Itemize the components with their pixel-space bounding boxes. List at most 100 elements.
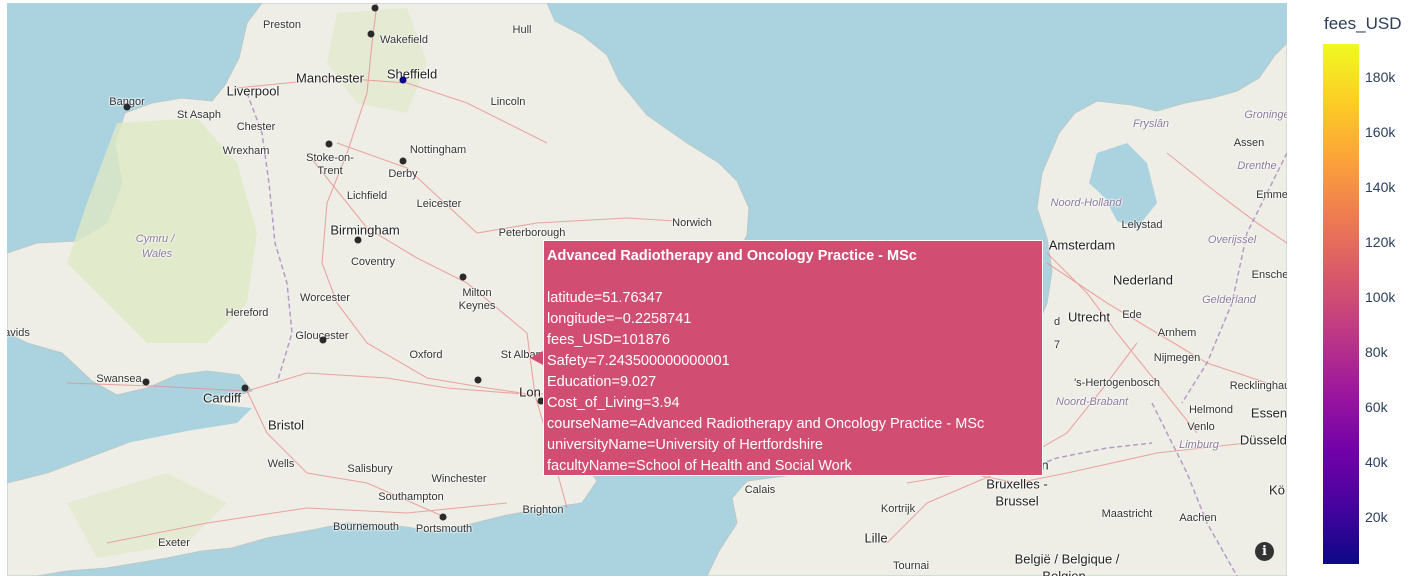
place-label: Wales <box>141 248 173 260</box>
map-marker[interactable] <box>459 273 467 281</box>
place-label: Drenthe <box>1237 160 1277 172</box>
place-label: Lichfield <box>346 190 388 202</box>
colorbar-tick-label: 160k <box>1365 124 1396 141</box>
tooltip-line: Safety=7.243500000000001 <box>547 353 730 369</box>
place-label: Fryslân <box>1132 118 1170 130</box>
place-label: Kortrijk <box>880 503 916 515</box>
place-label: Venlo <box>1187 421 1215 433</box>
place-label: Wells <box>267 458 295 470</box>
map-marker[interactable] <box>325 140 333 148</box>
place-label: Noord-Holland <box>1050 197 1122 209</box>
place-label: Essen <box>1250 405 1287 421</box>
place-label: Lincoln <box>490 96 526 108</box>
colorbar-tick-label: 60k <box>1365 399 1388 416</box>
place-label: Wrexham <box>222 145 270 157</box>
place-label: Chester <box>236 121 276 133</box>
place-label: Helmond <box>1188 404 1234 416</box>
place-label: Emme <box>1256 189 1287 201</box>
tooltip-line: fees_USD=101876 <box>547 332 670 348</box>
place-label: Hull <box>512 24 532 36</box>
place-label: Nederland <box>1113 272 1173 288</box>
map-marker[interactable] <box>474 376 482 384</box>
place-label: Winchester <box>431 473 487 485</box>
place-label: Lelystad <box>1121 219 1163 231</box>
tooltip-line: courseName=Advanced Radiotherapy and Onc… <box>547 416 985 432</box>
place-label: Amsterdam <box>1048 237 1116 253</box>
hover-tooltip: Advanced Radiotherapy and Oncology Pract… <box>543 240 1043 476</box>
map-marker[interactable] <box>123 103 131 111</box>
place-label: 's-Hertogenbosch <box>1074 377 1160 389</box>
map-marker[interactable] <box>241 384 249 392</box>
place-label: Bristol <box>267 417 305 433</box>
colorbar-tick-label: 180k <box>1365 69 1396 86</box>
place-label: Trent <box>317 165 343 177</box>
place-label: Ede <box>1122 309 1142 321</box>
place-label: Southampton <box>378 491 444 503</box>
place-label: Nijmegen <box>1153 352 1201 364</box>
tooltip-line: latitude=51.76347 <box>547 290 663 306</box>
map-marker[interactable] <box>319 336 327 344</box>
place-label: Derby <box>388 168 418 180</box>
place-label: d <box>1053 316 1061 328</box>
place-label: Düsseldo <box>1239 432 1287 448</box>
place-label: Liverpool <box>226 83 280 99</box>
place-label: Nottingham <box>409 144 467 156</box>
tooltip-line: Education=9.027 <box>547 374 657 390</box>
map-marker[interactable] <box>399 157 407 165</box>
place-label: Recklinghau <box>1229 380 1287 392</box>
colorbar-tick-label: 20k <box>1365 509 1388 526</box>
place-label: Coventry <box>350 256 396 268</box>
place-label: Tournai <box>892 560 930 572</box>
place-label: Overijssel <box>1207 234 1257 246</box>
place-label: Calais <box>744 484 776 496</box>
colorbar-title: fees_USD <box>1324 14 1402 33</box>
map-marker[interactable] <box>371 4 379 12</box>
place-label: Salisbury <box>347 463 393 475</box>
place-label: Gelderland <box>1202 294 1256 306</box>
info-icon[interactable]: i <box>1255 542 1274 561</box>
place-label: Exeter <box>158 537 190 549</box>
place-label: Ensche <box>1251 269 1287 281</box>
place-label: Groninge <box>1244 109 1287 121</box>
place-label: avids <box>7 327 30 339</box>
colorbar <box>1323 44 1359 564</box>
place-label: Kö <box>1269 482 1285 498</box>
colorbar-tick-label: 140k <box>1365 179 1396 196</box>
place-label: 7 <box>1053 339 1061 351</box>
place-label: Cymru / <box>135 233 175 245</box>
place-label: Brussel <box>995 493 1039 509</box>
place-label: Bournemouth <box>332 521 400 533</box>
place-label: Portsmouth <box>415 523 473 535</box>
place-label: Assen <box>1233 137 1265 149</box>
place-label: Manchester <box>296 70 364 86</box>
place-label: Stoke-on- <box>306 152 354 164</box>
tooltip-line: longitude=−0.2258741 <box>547 311 692 327</box>
place-label: Lon <box>519 384 541 400</box>
map-marker[interactable] <box>354 236 362 244</box>
place-label: Lille <box>864 530 888 546</box>
place-label: Peterborough <box>498 227 566 239</box>
colorbar-tick-label: 40k <box>1365 454 1388 471</box>
place-label: Milton <box>462 287 492 299</box>
place-label: Keynes <box>458 300 496 312</box>
place-label: Aachen <box>1179 512 1217 524</box>
place-label: Norwich <box>672 217 712 229</box>
tooltip-line: Cost_of_Living=3.94 <box>547 395 680 411</box>
place-label: Brighton <box>522 504 564 516</box>
map-marker[interactable] <box>367 30 375 38</box>
map-marker[interactable] <box>439 513 447 521</box>
tooltip-line: universityName=University of Hertfordshi… <box>547 437 823 453</box>
map-marker[interactable] <box>142 378 150 386</box>
place-label: Preston <box>263 19 301 31</box>
place-label: Wakefield <box>380 34 428 46</box>
place-label: Bruxelles - <box>986 476 1048 492</box>
place-label: Oxford <box>409 349 443 361</box>
place-label: Arnhem <box>1157 327 1197 339</box>
tooltip-pointer <box>530 351 543 365</box>
map-marker-selected[interactable] <box>399 76 407 84</box>
colorbar-tick-label: 120k <box>1365 234 1396 251</box>
place-label: Limburg <box>1179 439 1219 451</box>
place-label: Utrecht <box>1068 309 1110 325</box>
place-label: Leicester <box>416 198 462 210</box>
place-label: Cardiff <box>202 390 242 406</box>
